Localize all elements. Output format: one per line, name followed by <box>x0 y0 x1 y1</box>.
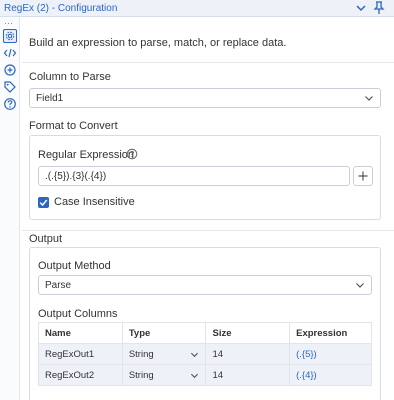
tool-description: Build an expression to parse, match, or … <box>29 37 287 49</box>
add-circle-icon[interactable] <box>3 63 17 77</box>
format-to-convert-group: Regular Expression .(.{5}).{3}(.{4}) Cas… <box>29 135 381 220</box>
column-header-size: Size <box>205 322 291 344</box>
output-group: Output Method Parse Output Columns Name … <box>29 247 381 400</box>
type-value: String <box>128 369 154 381</box>
add-token-button[interactable] <box>353 166 373 186</box>
pin-icon[interactable] <box>373 1 385 15</box>
case-insensitive-label: Case Insensitive <box>54 196 135 208</box>
name-cell[interactable]: RegExOut2 <box>38 364 123 386</box>
help-icon[interactable] <box>126 148 138 160</box>
help-icon[interactable] <box>3 97 17 111</box>
divider <box>22 230 394 231</box>
expression-cell: (.{5}) <box>289 343 372 365</box>
chevron-down-icon <box>365 96 373 101</box>
tag-icon[interactable] <box>3 80 17 94</box>
output-label: Output <box>29 233 63 245</box>
column-to-parse-label: Column to Parse <box>29 71 111 83</box>
size-cell[interactable]: 14 <box>205 343 291 365</box>
column-header-expression: Expression <box>289 322 372 344</box>
side-icon-bar: ··· <box>0 17 20 400</box>
type-value: String <box>128 348 154 360</box>
output-columns-table: Name Type Size Expression RegExOut1 Stri… <box>38 322 372 386</box>
name-cell[interactable]: RegExOut1 <box>38 343 123 365</box>
column-to-parse-select[interactable]: Field1 <box>29 88 381 108</box>
output-method-value: Parse <box>45 280 72 291</box>
drag-handle[interactable]: ··· <box>4 19 13 28</box>
column-header-name: Name <box>38 322 123 344</box>
column-header-type: Type <box>121 322 207 344</box>
chevron-down-icon[interactable] <box>190 371 199 380</box>
column-to-parse-value: Field1 <box>36 93 64 104</box>
configuration-panel: Build an expression to parse, match, or … <box>22 17 394 400</box>
regular-expression-value: .(.{5}).{3}(.{4}) <box>45 171 107 182</box>
type-cell[interactable]: String <box>121 343 207 365</box>
format-to-convert-label: Format to Convert <box>29 120 118 132</box>
table-row[interactable]: RegExOut1 String 14 (.{5}) <box>38 343 372 365</box>
output-method-select[interactable]: Parse <box>38 275 372 295</box>
table-header-row: Name Type Size Expression <box>38 322 372 344</box>
window-title: RegEx (2) - Configuration <box>4 3 118 14</box>
output-method-label: Output Method <box>38 260 111 272</box>
chevron-down-icon[interactable] <box>190 350 199 359</box>
plus-icon <box>358 171 368 181</box>
checkmark-icon <box>39 199 48 207</box>
divider <box>22 62 394 63</box>
regular-expression-label: Regular Expression <box>38 149 134 161</box>
output-columns-label: Output Columns <box>38 308 118 320</box>
gear-icon[interactable] <box>3 29 17 43</box>
code-icon[interactable] <box>3 46 17 60</box>
case-insensitive-checkbox[interactable] <box>38 197 49 208</box>
type-cell[interactable]: String <box>121 364 207 386</box>
expression-cell: (.{4}) <box>289 364 372 386</box>
regular-expression-input[interactable]: .(.{5}).{3}(.{4}) <box>38 166 350 186</box>
collapse-chevron-icon[interactable] <box>355 2 367 14</box>
table-row[interactable]: RegExOut2 String 14 (.{4}) <box>38 364 372 386</box>
title-bar: RegEx (2) - Configuration <box>0 0 394 17</box>
chevron-down-icon <box>356 283 364 288</box>
size-cell[interactable]: 14 <box>205 364 291 386</box>
